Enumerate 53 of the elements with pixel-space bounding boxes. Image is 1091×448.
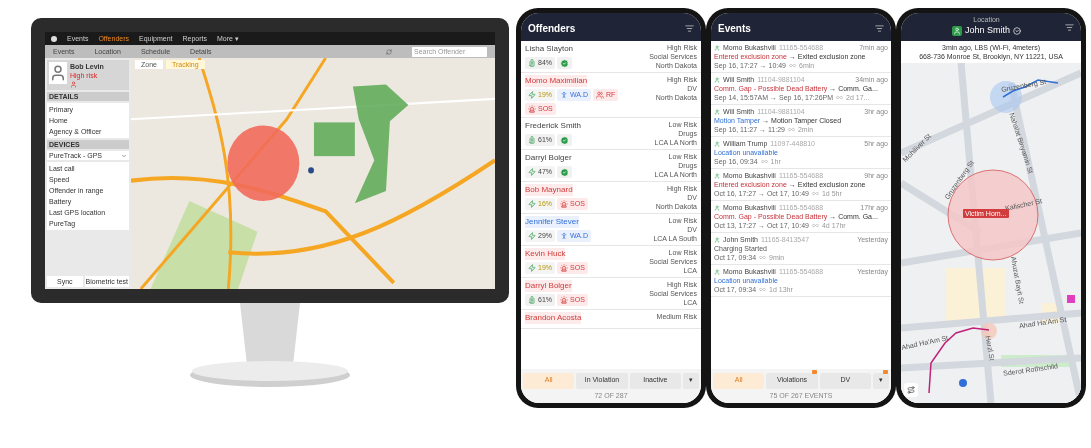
battery-icon [528,296,536,304]
offender-name: Darryl Bolger [525,152,572,164]
person-icon [714,140,720,147]
avatar-icon [49,62,67,84]
duration-icon [759,254,767,261]
duration-icon [759,286,767,293]
battery-icon [528,136,536,144]
person-icon [714,76,720,83]
duration-icon [789,62,796,69]
duration-icon [836,94,844,101]
lightning-icon [528,264,536,272]
lightning-icon [528,91,536,99]
offender-name: Kevin Huck [525,248,566,260]
person-icon [560,91,568,99]
person-icon [714,172,720,179]
offender-name: Lisha Slayton [525,43,574,55]
person-icon [714,268,720,275]
people-icon [596,91,605,99]
logo-icon [51,35,57,42]
offender-name: Momo Maximilian [525,75,588,87]
duration-icon [787,126,795,133]
person-icon [714,44,720,51]
lightning-icon [528,168,536,176]
offender-name: Brandon Acosta [525,312,582,324]
offender-name: Frederick Smith [525,120,581,132]
duration-icon [811,190,819,197]
offender-name: Bob Maynard [525,184,573,196]
duration-icon [811,222,819,229]
chevron-down-icon [121,152,127,159]
screen-title: Offenders [528,21,576,36]
siren-icon [528,105,536,113]
siren-icon [560,264,568,272]
filter-icon[interactable] [1065,22,1074,32]
offender-name: Darryl Bolger [525,280,572,292]
duration-icon [760,158,768,165]
screen-title: Events [718,21,751,36]
offender-name: John Smith [965,24,1010,38]
filter-icon[interactable] [875,23,884,33]
siren-icon [560,296,568,304]
filter-icon[interactable] [685,23,694,33]
lightning-icon [528,200,536,208]
person-icon [714,236,720,243]
dropdown-icon[interactable] [1013,27,1021,35]
battery-icon [528,59,536,67]
lightning-icon [528,232,536,240]
person-icon [952,26,962,36]
route-button[interactable] [904,383,918,397]
person-icon [560,232,568,240]
siren-icon [560,200,568,208]
person-icon [70,81,77,88]
offender-name: Jennifer Stever [525,216,579,228]
person-icon [714,108,720,115]
person-icon [714,204,720,211]
